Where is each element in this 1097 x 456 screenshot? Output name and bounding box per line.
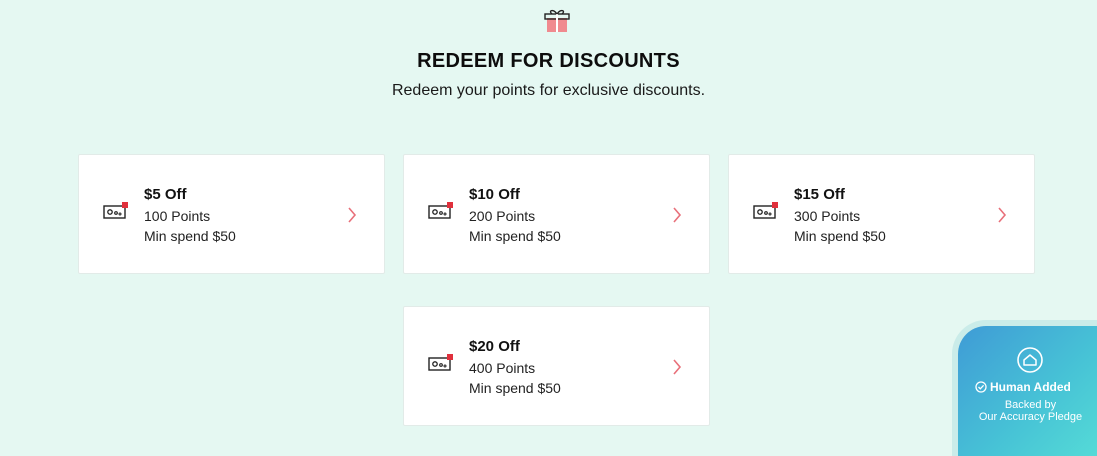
reward-min-spend: Min spend $50 — [144, 228, 236, 244]
badge-line-2: Our Accuracy Pledge — [978, 411, 1083, 423]
reward-card-20-off[interactable]: $20 Off 400 Points Min spend $50 — [403, 306, 710, 426]
accuracy-pledge-badge[interactable]: Human Added Backed by Our Accuracy Pledg… — [958, 326, 1097, 456]
badge-title: Human Added — [990, 380, 1071, 394]
page-title: REDEEM FOR DISCOUNTS — [417, 50, 680, 72]
badge-line-1: Backed by — [1004, 399, 1057, 411]
reward-card-5-off[interactable]: $5 Off 100 Points Min spend $50 — [78, 154, 385, 274]
voucher-icon — [103, 202, 128, 219]
check-circle-icon — [975, 381, 987, 393]
voucher-icon — [428, 354, 453, 371]
reward-amount: $15 Off — [794, 186, 845, 203]
chevron-right-icon — [673, 207, 682, 223]
home-icon — [1017, 347, 1043, 373]
human-added-label: Human Added — [975, 380, 1071, 394]
chevron-right-icon — [673, 359, 682, 375]
badge-caption: Backed by Our Accuracy Pledge — [958, 399, 1097, 423]
reward-points: 200 Points — [469, 208, 536, 224]
reward-min-spend: Min spend $50 — [469, 228, 561, 244]
gift-icon — [544, 9, 570, 32]
reward-card-15-off[interactable]: $15 Off 300 Points Min spend $50 — [728, 154, 1035, 274]
voucher-icon — [428, 202, 453, 219]
reward-points: 100 Points — [144, 208, 211, 224]
reward-amount: $5 Off — [144, 186, 187, 203]
reward-min-spend: Min spend $50 — [469, 380, 561, 396]
chevron-right-icon — [348, 207, 357, 223]
page-subtitle: Redeem your points for exclusive discoun… — [391, 82, 706, 99]
reward-amount: $10 Off — [469, 186, 520, 203]
reward-card-10-off[interactable]: $10 Off 200 Points Min spend $50 — [403, 154, 710, 274]
reward-amount: $20 Off — [469, 338, 520, 355]
reward-points: 300 Points — [794, 208, 861, 224]
chevron-right-icon — [998, 207, 1007, 223]
reward-points: 400 Points — [469, 360, 536, 376]
voucher-icon — [753, 202, 778, 219]
reward-min-spend: Min spend $50 — [794, 228, 886, 244]
